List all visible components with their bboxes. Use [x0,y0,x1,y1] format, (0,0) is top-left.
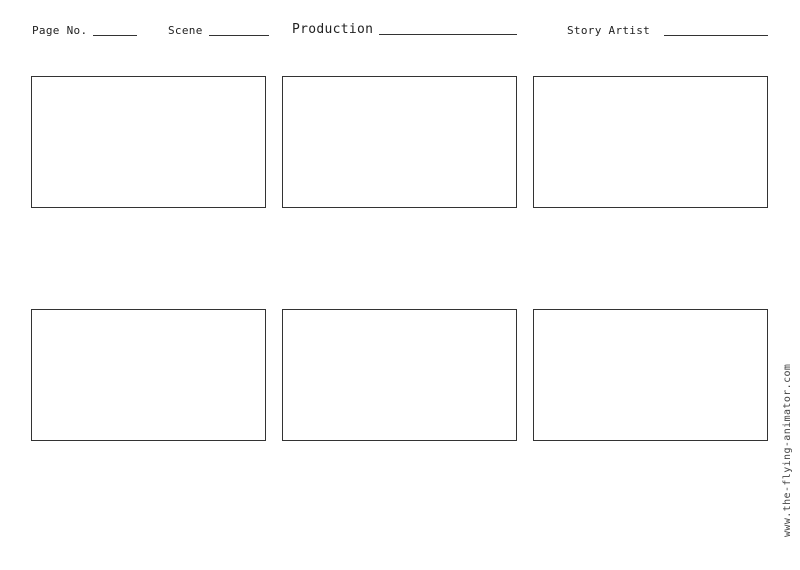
production-label: Production [292,22,374,37]
story-artist-blank-line[interactable] [664,35,769,36]
production-blank-line[interactable] [379,34,518,35]
page-no-blank-line[interactable] [93,35,138,36]
page-no-label: Page No. [32,24,88,37]
storyboard-panel-2[interactable] [282,76,517,208]
page-no-field: Page No. [32,24,138,38]
scene-field: Scene [168,24,269,38]
website-watermark: www.the-flying-animator.com [782,363,793,537]
scene-blank-line[interactable] [208,35,269,36]
production-field: Production [292,22,518,37]
storyboard-panel-3[interactable] [533,76,768,208]
scene-label: Scene [168,24,203,37]
story-artist-label: Story Artist [567,24,651,37]
storyboard-panel-1[interactable] [31,76,266,208]
storyboard-panel-6[interactable] [533,309,768,441]
storyboard-panel-5[interactable] [282,309,517,441]
storyboard-panel-4[interactable] [31,309,266,441]
story-artist-field: Story Artist [567,24,769,38]
